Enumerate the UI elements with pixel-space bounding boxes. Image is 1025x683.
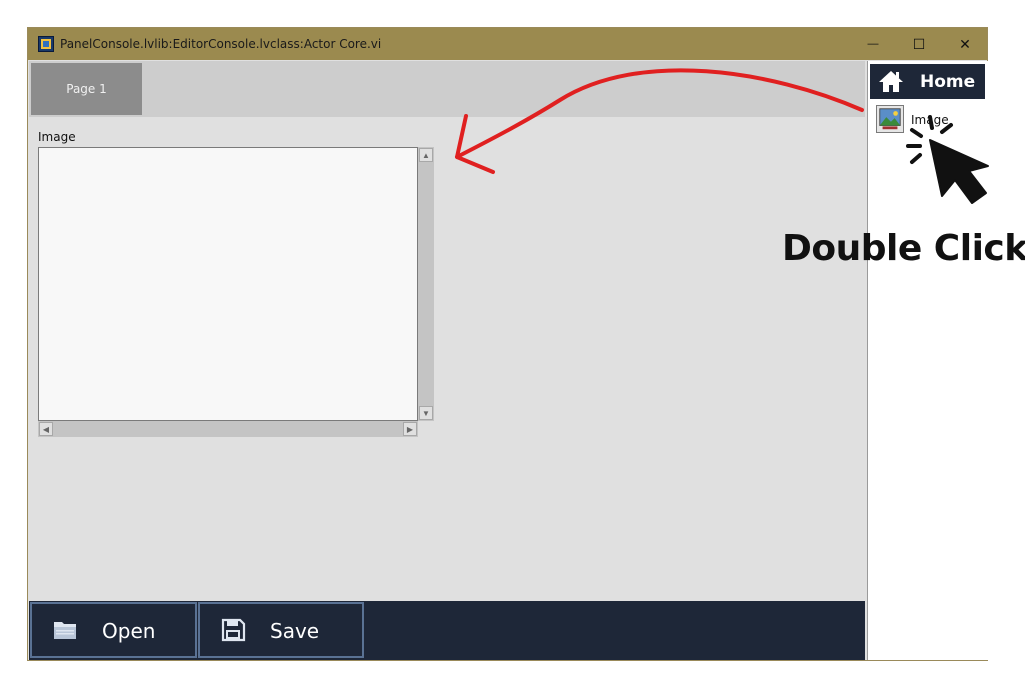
home-label: Home <box>920 72 976 92</box>
open-label: Open <box>102 619 156 643</box>
close-button[interactable]: ✕ <box>942 28 988 60</box>
folder-icon <box>54 622 76 639</box>
scroll-up-button[interactable]: ▲ <box>419 148 433 162</box>
image-panel-label: Image <box>38 130 76 144</box>
scroll-right-button[interactable]: ▶ <box>403 422 417 436</box>
horizontal-scrollbar[interactable]: ◀ ▶ <box>38 421 418 437</box>
maximize-button[interactable]: ☐ <box>896 28 942 60</box>
tab-page-1[interactable]: Page 1 <box>31 63 142 115</box>
title-bar[interactable]: PanelConsole.lvlib:EditorConsole.lvclass… <box>28 28 987 60</box>
floppy-disk-icon <box>221 618 246 642</box>
maximize-icon: ☐ <box>912 35 926 52</box>
image-icon <box>876 105 904 133</box>
vertical-scrollbar[interactable]: ▲ ▼ <box>418 147 434 421</box>
sidebar-item-image[interactable]: Image <box>876 105 986 135</box>
close-icon: ✕ <box>959 35 971 52</box>
sidebar-item-label: Image <box>911 113 949 127</box>
scroll-down-icon: ▼ <box>422 408 430 418</box>
save-button[interactable]: Save <box>198 602 364 658</box>
scroll-up-icon: ▲ <box>422 150 430 160</box>
open-button[interactable]: Open <box>30 602 197 658</box>
scroll-left-icon: ◀ <box>42 424 50 434</box>
minimize-button[interactable]: — <box>850 28 896 60</box>
bottom-toolbar: Open Save <box>29 601 865 660</box>
image-display[interactable] <box>38 147 418 421</box>
tab-label: Page 1 <box>66 82 107 96</box>
save-label: Save <box>270 619 320 643</box>
sidebar: Home Image <box>867 61 988 660</box>
window-title: PanelConsole.lvlib:EditorConsole.lvclass… <box>60 37 382 51</box>
double-click-annotation: Double Click <box>782 228 1025 269</box>
app-icon <box>38 36 54 52</box>
home-icon <box>879 71 903 92</box>
scroll-left-button[interactable]: ◀ <box>39 422 53 436</box>
tab-bar: Page 1 <box>29 61 865 117</box>
scroll-down-button[interactable]: ▼ <box>419 406 433 420</box>
app-window: PanelConsole.lvlib:EditorConsole.lvclass… <box>27 27 988 661</box>
scroll-right-icon: ▶ <box>406 424 414 434</box>
home-button[interactable]: Home <box>870 64 985 99</box>
minimize-icon: — <box>867 38 879 50</box>
